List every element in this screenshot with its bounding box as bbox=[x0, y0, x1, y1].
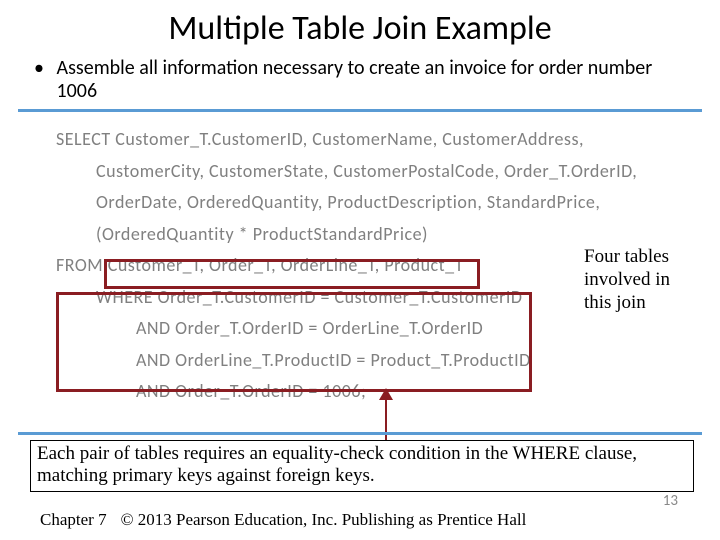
sql-line2: CustomerCity, CustomerState, CustomerPos… bbox=[56, 156, 720, 188]
annotation-equality-check: Each pair of tables requires an equality… bbox=[30, 440, 694, 492]
annotation-four-tables: Four tables involved in this join bbox=[584, 246, 702, 314]
footer-copyright: © 2013 Pearson Education, Inc. Publishin… bbox=[121, 510, 527, 530]
bullet-list: • Assemble all information necessary to … bbox=[0, 49, 720, 103]
bullet-text: Assemble all information necessary to cr… bbox=[57, 57, 677, 103]
sql-where3: AND OrderLine_T.ProductID = Product_T.Pr… bbox=[56, 345, 720, 377]
divider-bottom bbox=[18, 432, 702, 435]
slide-title: Multiple Table Join Example bbox=[0, 0, 720, 49]
footer-chapter: Chapter 7 bbox=[40, 510, 107, 530]
sql-line3: OrderDate, OrderedQuantity, ProductDescr… bbox=[56, 187, 720, 219]
sql-select: SELECT Customer_T.CustomerID, CustomerNa… bbox=[56, 124, 720, 156]
bullet-dot: • bbox=[34, 57, 52, 80]
page-number: 13 bbox=[663, 492, 678, 510]
slide-footer: Chapter 7 © 2013 Pearson Education, Inc.… bbox=[0, 510, 720, 530]
arrow-head-icon bbox=[379, 388, 393, 400]
sql-where2: AND Order_T.OrderID = OrderLine_T.OrderI… bbox=[56, 313, 720, 345]
